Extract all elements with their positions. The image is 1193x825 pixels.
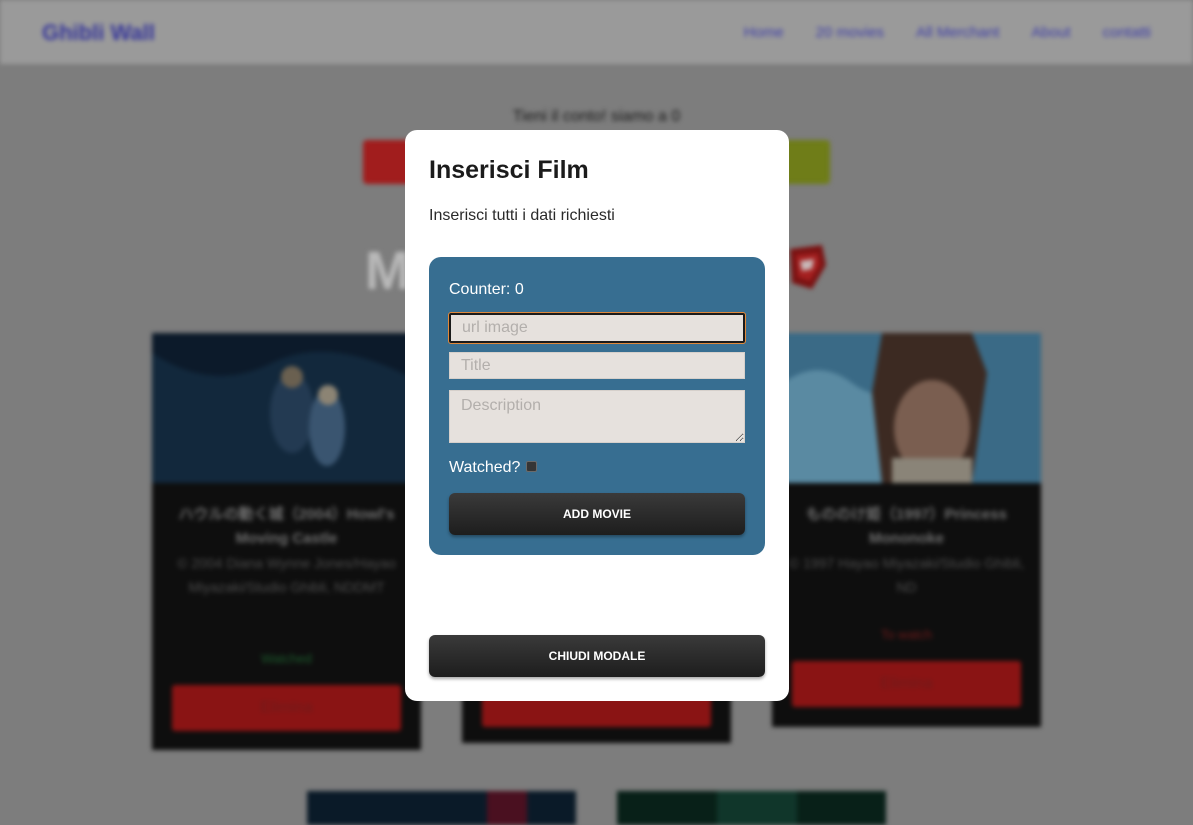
intro-text: Tieni il conto! siamo a 0 [512, 108, 681, 125]
nav-link-about[interactable]: About [1031, 24, 1070, 41]
movie-poster [307, 791, 576, 825]
movie-poster [152, 333, 421, 483]
modal-subtitle: Inserisci tutti i dati richiesti [429, 207, 615, 224]
movie-poster [772, 333, 1041, 483]
movie-card: もののけ姫（1997）Princess Mononoke © 1997 Haya… [772, 333, 1041, 727]
nav-link-merchant[interactable]: All Merchant [916, 24, 999, 41]
watched-status: Watched [261, 651, 312, 666]
movie-title: ハウルの動く城（2004）Howl's Moving Castle [178, 506, 395, 547]
movie-card [307, 791, 576, 825]
watched-checkbox[interactable] [526, 461, 537, 472]
nav-link-home[interactable]: Home [744, 24, 784, 41]
navbar: Ghibli Wall Home 20 movies All Merchant … [0, 0, 1193, 64]
watched-label: Watched? [449, 459, 521, 476]
movie-card: ハウルの動く城（2004）Howl's Moving Castle © 2004… [152, 333, 421, 750]
modal-title: Inserisci Film [429, 156, 589, 184]
delete-button[interactable]: Elimina [792, 661, 1021, 707]
close-modal-button[interactable]: CHIUDI MODALE [429, 635, 765, 677]
nav-link-contatti[interactable]: contatti [1103, 24, 1151, 41]
movie-meta: © 2004 Diana Wynne Jones/Hayao Miyazaki/… [177, 555, 396, 595]
movie-card [617, 791, 886, 825]
page-heading: M [365, 241, 410, 301]
movie-poster [617, 791, 886, 825]
delete-button[interactable]: Elimina [172, 685, 401, 731]
url-image-input[interactable] [448, 312, 746, 344]
counter-label: Counter: 0 [449, 281, 524, 298]
add-movie-button[interactable]: ADD MOVIE [449, 493, 745, 535]
description-textarea[interactable] [449, 390, 745, 443]
movie-form: Counter: 0 Watched? ADD MOVIE [429, 257, 765, 555]
insert-movie-modal: Inserisci Film Inserisci tutti i dati ri… [405, 130, 789, 701]
movie-meta: © 1997 Hayao Miyazaki/Studio Ghibli, ND [788, 555, 1025, 595]
nav-links: Home 20 movies All Merchant About contat… [744, 24, 1151, 41]
title-input[interactable] [449, 352, 745, 379]
nav-link-movies[interactable]: 20 movies [816, 24, 884, 41]
movie-title: もののけ姫（1997）Princess Mononoke [806, 506, 1007, 547]
brand-logo[interactable]: Ghibli Wall [42, 20, 155, 46]
watched-status: To watch [880, 627, 933, 642]
